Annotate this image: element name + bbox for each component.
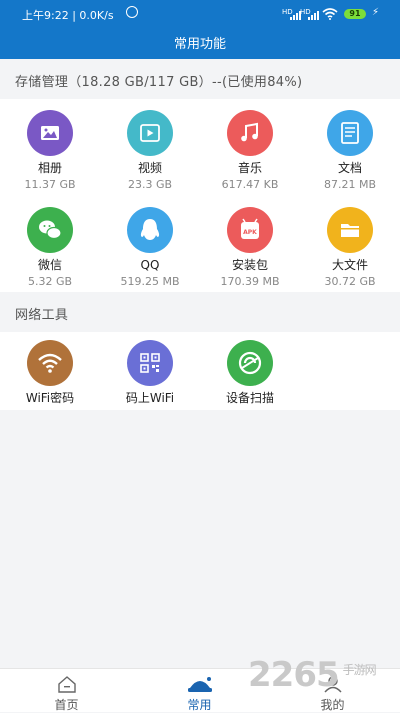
qq-icon bbox=[127, 207, 173, 253]
storage-item-label: 大文件 bbox=[331, 258, 368, 272]
storage-item-label: 文档 bbox=[337, 161, 362, 175]
storage-item-label: 微信 bbox=[37, 258, 62, 272]
apk-icon: APK bbox=[227, 207, 273, 253]
storage-item-label: 安装包 bbox=[231, 258, 268, 272]
storage-item-wechat[interactable]: 微信 5.32 GB bbox=[0, 207, 100, 288]
battery-icon: 91 bbox=[344, 9, 366, 19]
storage-item-label: 视频 bbox=[137, 161, 162, 175]
page-title: 常用功能 bbox=[173, 37, 226, 52]
scan-icon bbox=[227, 340, 273, 386]
storage-item-documents[interactable]: 文档 87.21 MB bbox=[300, 110, 400, 191]
storage-item-label: QQ bbox=[140, 258, 160, 272]
storage-heading: 存储管理（18.28 GB/117 GB）--(已使用84%) bbox=[15, 75, 303, 90]
storage-item-photos[interactable]: 相册 11.37 GB bbox=[0, 110, 100, 191]
network-item-label: 设备扫描 bbox=[225, 391, 274, 405]
storage-item-size: 519.25 MB bbox=[120, 275, 180, 288]
network-item-label: 码上WiFi bbox=[125, 391, 175, 405]
wechat-icon bbox=[27, 207, 73, 253]
wifi-icon bbox=[27, 340, 73, 386]
photo-icon bbox=[27, 110, 73, 156]
storage-item-music[interactable]: 音乐 617.47 KB bbox=[200, 110, 300, 191]
tab-label: 首页 bbox=[54, 698, 79, 712]
home-icon bbox=[58, 676, 76, 693]
tab-label: 我的 bbox=[320, 698, 345, 712]
video-icon bbox=[127, 110, 173, 156]
app-header: 上午9:22 | 0.0K/s HD HD 91 ⚡ 常用功能 bbox=[0, 0, 400, 59]
wifi-status-icon bbox=[322, 8, 338, 20]
common-tools-icon bbox=[188, 677, 212, 692]
storage-item-size: 617.47 KB bbox=[221, 178, 279, 191]
storage-item-size: 87.21 MB bbox=[323, 178, 377, 191]
status-bar: 上午9:22 | 0.0K/s HD HD 91 ⚡ bbox=[0, 0, 400, 28]
music-icon bbox=[227, 110, 273, 156]
storage-item-size: 5.32 GB bbox=[27, 275, 73, 288]
storage-panel: 相册 11.37 GB 视频 23.3 GB 音乐 617.47 KB 文档 8… bbox=[0, 99, 400, 292]
document-icon bbox=[327, 110, 373, 156]
network-panel: WiFi密码 码上WiFi 设备扫描 bbox=[0, 332, 400, 410]
storage-item-videos[interactable]: 视频 23.3 GB bbox=[100, 110, 200, 191]
charging-icon: ⚡ bbox=[372, 7, 380, 18]
watermark-logo: 2265 手游网 bbox=[248, 655, 377, 695]
tab-label: 常用 bbox=[187, 698, 212, 712]
tab-common[interactable]: 常用 bbox=[133, 669, 266, 712]
storage-item-size: 170.39 MB bbox=[220, 275, 280, 288]
storage-item-qq[interactable]: QQ 519.25 MB bbox=[100, 207, 200, 288]
storage-item-apk[interactable]: APK 安装包 170.39 MB bbox=[200, 207, 300, 288]
storage-item-size: 11.37 GB bbox=[24, 178, 76, 191]
folder-icon bbox=[327, 207, 373, 253]
network-item-qr-wifi[interactable]: 码上WiFi bbox=[100, 340, 200, 405]
network-heading: 网络工具 bbox=[15, 308, 69, 323]
network-section-header: 网络工具 bbox=[0, 292, 400, 332]
storage-section-header: 存储管理（18.28 GB/117 GB）--(已使用84%) bbox=[0, 59, 400, 99]
storage-item-label: 相册 bbox=[37, 161, 62, 175]
qrcode-icon bbox=[127, 340, 173, 386]
storage-item-large-files[interactable]: 大文件 30.72 GB bbox=[300, 207, 400, 288]
alarm-icon bbox=[126, 6, 138, 18]
tab-home[interactable]: 首页 bbox=[0, 669, 133, 712]
svg-text:APK: APK bbox=[243, 229, 257, 236]
network-item-label: WiFi密码 bbox=[25, 391, 75, 405]
storage-item-size: 23.3 GB bbox=[127, 178, 173, 191]
network-item-wifi-password[interactable]: WiFi密码 bbox=[0, 340, 100, 405]
cell-signal-icon-2 bbox=[308, 10, 320, 20]
storage-item-size: 30.72 GB bbox=[324, 275, 376, 288]
storage-item-label: 音乐 bbox=[237, 161, 262, 175]
status-time: 上午9:22 | 0.0K/s bbox=[22, 9, 114, 22]
network-item-device-scan[interactable]: 设备扫描 bbox=[200, 340, 300, 405]
